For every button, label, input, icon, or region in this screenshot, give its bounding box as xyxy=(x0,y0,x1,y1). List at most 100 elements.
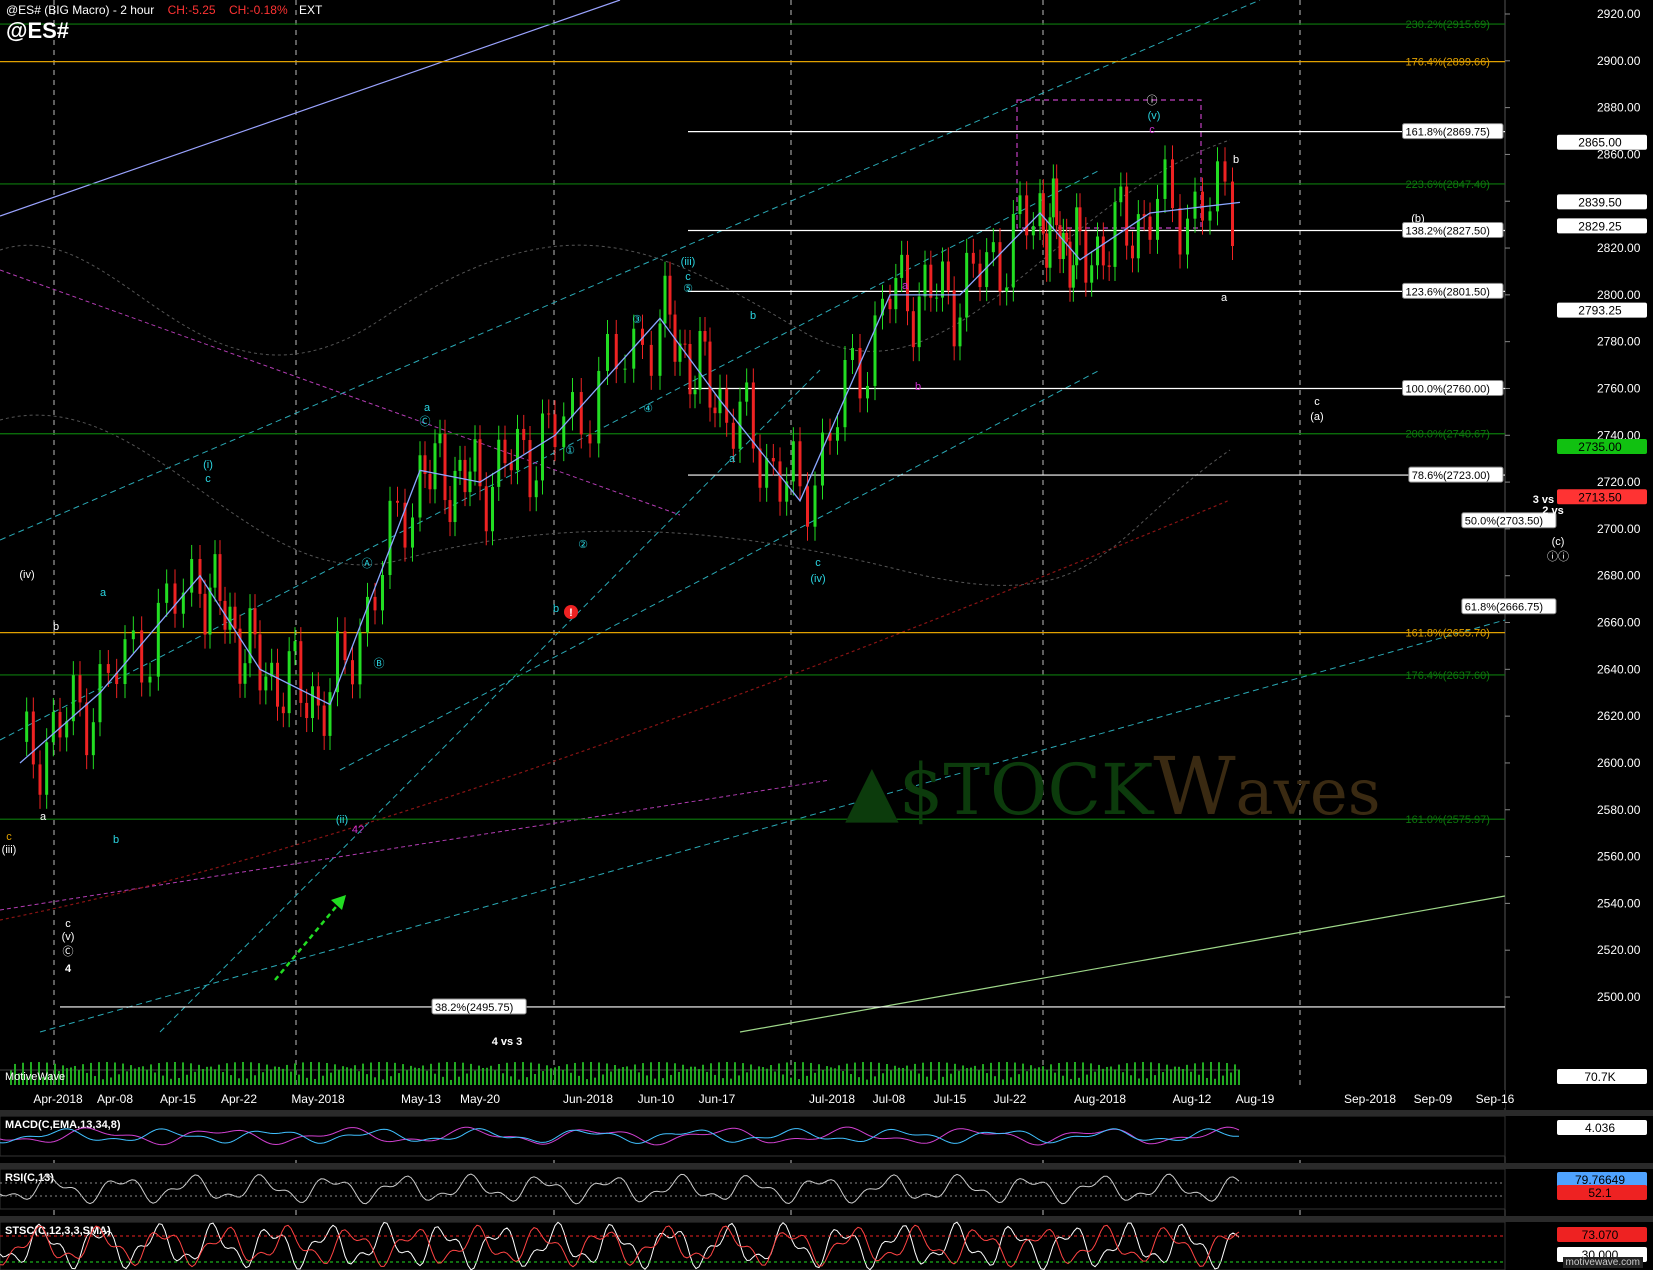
volume-bar xyxy=(266,1064,268,1085)
volume-bar xyxy=(758,1066,760,1085)
volume-bar xyxy=(1050,1064,1052,1085)
volume-bar xyxy=(1234,1064,1236,1085)
volume-bar xyxy=(322,1075,324,1085)
watermark-part-2: W xyxy=(1153,740,1236,833)
candle-body xyxy=(438,433,442,444)
volume-bar xyxy=(782,1074,784,1085)
candle-body xyxy=(1101,236,1105,266)
candle-body xyxy=(448,500,452,523)
volume-bar xyxy=(1182,1068,1184,1085)
wave-label-20: ② xyxy=(578,539,588,551)
stockwaves-watermark: ▲$TOCKWaves xyxy=(845,740,1381,833)
volume-bar xyxy=(506,1062,508,1085)
time-tick-label-0: Apr-2018 xyxy=(33,1092,83,1106)
candle-body xyxy=(858,348,862,399)
volume-bar xyxy=(966,1068,968,1085)
candle-body xyxy=(771,458,775,462)
volume-bar xyxy=(1070,1078,1072,1085)
price-badge-1: 2839.50 xyxy=(1578,195,1622,209)
candle-body xyxy=(233,606,237,629)
volume-bar xyxy=(1126,1063,1128,1085)
candle-body xyxy=(553,414,557,448)
candle-body xyxy=(778,461,782,502)
volume-bar xyxy=(1230,1072,1232,1085)
wave-label-1: b xyxy=(53,621,59,633)
volume-bar xyxy=(1146,1078,1148,1085)
candle-body xyxy=(698,331,702,390)
volume-bar xyxy=(610,1071,612,1085)
fib-label-9: 50.0%(2703.50) xyxy=(1465,516,1543,528)
volume-bar xyxy=(334,1064,336,1085)
volume-bar xyxy=(78,1070,80,1085)
wave-label-37: a xyxy=(1221,292,1228,304)
volume-bar xyxy=(358,1071,360,1085)
volume-bar xyxy=(270,1069,272,1085)
volume-bar xyxy=(1170,1069,1172,1085)
candle-body xyxy=(758,448,762,488)
candle-body xyxy=(965,252,969,318)
candle-body xyxy=(571,392,574,417)
volume-bar xyxy=(438,1062,440,1085)
candle-body xyxy=(228,606,232,630)
candle-body xyxy=(668,275,672,315)
price-tick-label-2: 2880.00 xyxy=(1597,101,1641,115)
candle-body xyxy=(731,422,735,449)
volume-bar xyxy=(1026,1071,1028,1085)
watermark-part-3: aves xyxy=(1235,756,1381,830)
volume-bar xyxy=(510,1076,512,1085)
price-tick-label-18: 2560.00 xyxy=(1597,850,1641,864)
volume-bar xyxy=(550,1068,552,1085)
candle-body xyxy=(503,439,507,464)
volume-bar xyxy=(514,1062,516,1085)
volume-bar xyxy=(294,1063,296,1085)
volume-bar xyxy=(894,1065,896,1085)
candle-body xyxy=(917,296,921,348)
wave-label-3: (iii) xyxy=(2,844,17,856)
time-tick-label-15: Aug-12 xyxy=(1173,1092,1212,1106)
volume-bar xyxy=(1098,1064,1100,1085)
fib-label-8: 78.6%(2723.00) xyxy=(1412,470,1490,482)
volume-bar xyxy=(910,1070,912,1085)
wave-label-25: c xyxy=(685,271,691,283)
volume-bar xyxy=(446,1062,448,1085)
volume-bar xyxy=(1154,1075,1156,1085)
price-badge-4: 2735.00 xyxy=(1578,440,1622,454)
wave-label-33: ⓘ xyxy=(1147,94,1158,107)
candle-body xyxy=(683,343,687,345)
volume-bar xyxy=(774,1071,776,1085)
volume-bar xyxy=(1138,1078,1140,1085)
volume-bar xyxy=(478,1065,480,1085)
volume-bar xyxy=(274,1066,276,1085)
volume-bar xyxy=(1102,1068,1104,1085)
wave-label-21: ③ xyxy=(632,314,642,326)
candle-body xyxy=(1078,207,1082,232)
candle-body xyxy=(688,343,692,395)
price-chart[interactable]: 230.2%(2915.69) 176.4%(2899.66) 161.8%(286… xyxy=(0,0,1653,1270)
volume-bar xyxy=(626,1066,628,1085)
price-tick-label-10: 2720.00 xyxy=(1597,475,1641,489)
fib-label-0: 230.2%(2915.69) xyxy=(1406,19,1490,31)
volume-bar xyxy=(814,1072,816,1085)
wave-label-36: b xyxy=(1233,154,1239,166)
candle-body xyxy=(1193,191,1197,219)
volume-bar xyxy=(338,1069,340,1085)
volume-bar xyxy=(990,1062,992,1085)
volume-bar xyxy=(278,1066,280,1085)
volume-bar xyxy=(310,1062,312,1085)
time-tick-label-3: Apr-22 xyxy=(221,1092,257,1106)
candle-body xyxy=(305,702,309,719)
footer-brand[interactable]: motivewave.com xyxy=(1562,1257,1643,1268)
candle-body xyxy=(411,517,414,548)
volume-bar xyxy=(662,1078,664,1085)
volume-bar xyxy=(1042,1066,1044,1085)
fib-label-11: 161.8%(2655.70) xyxy=(1406,628,1490,640)
volume-bar xyxy=(742,1063,744,1085)
candle-body xyxy=(388,500,392,576)
wave-label-10: b xyxy=(113,834,119,846)
volume-bar xyxy=(86,1072,88,1085)
candle-body xyxy=(971,252,975,264)
volume-bar xyxy=(194,1071,196,1085)
candle-body xyxy=(765,458,769,488)
candle-body xyxy=(1216,161,1219,212)
volume-bar xyxy=(934,1079,936,1085)
